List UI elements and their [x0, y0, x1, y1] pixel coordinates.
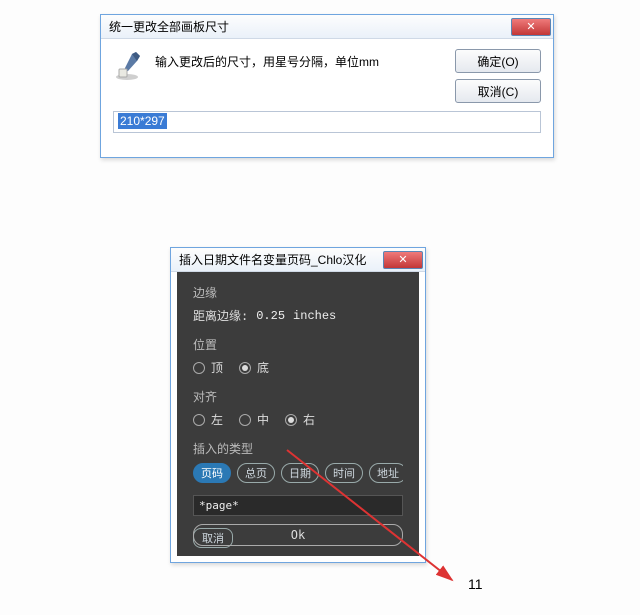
resize-artboards-dialog: 统一更改全部画板尺寸 ✕ 输入更改后的尺寸，用星号分隔，单位mm 确定(O) 取…	[100, 14, 554, 158]
page-number: 11	[468, 576, 483, 592]
section-position: 位置 顶 底	[193, 336, 403, 376]
section-title: 插入的类型	[193, 440, 403, 457]
ok-button[interactable]: Ok	[193, 524, 403, 546]
section-type: 插入的类型 页码 总页 日期 时间 地址 文件名	[193, 440, 403, 483]
ok-button[interactable]: 确定(O)	[455, 49, 541, 73]
pill-address[interactable]: 地址	[369, 463, 403, 483]
margin-row: 距离边缘: 0.25 inches	[193, 307, 403, 324]
script-icon	[113, 49, 145, 81]
align-options: 左 中 右	[193, 411, 403, 428]
radio-label: 中	[257, 411, 269, 428]
radio-icon	[285, 414, 297, 426]
section-title: 对齐	[193, 388, 403, 405]
titlebar: 插入日期文件名变量页码_Chlo汉化 ✕	[171, 248, 425, 272]
input-wrap: 210*297	[101, 103, 553, 145]
margin-value[interactable]: 0.25	[256, 309, 285, 323]
close-icon: ✕	[398, 253, 407, 266]
section-input	[193, 495, 403, 516]
radio-label: 左	[211, 411, 223, 428]
margin-unit: inches	[293, 309, 336, 323]
pill-page[interactable]: 页码	[193, 463, 231, 483]
radio-right[interactable]: 右	[285, 411, 315, 428]
radio-icon	[239, 414, 251, 426]
close-button[interactable]: ✕	[511, 18, 551, 36]
radio-left[interactable]: 左	[193, 411, 223, 428]
template-input[interactable]	[193, 495, 403, 516]
section-title: 位置	[193, 336, 403, 353]
margin-label: 距离边缘:	[193, 307, 248, 324]
close-icon: ✕	[526, 20, 535, 33]
dialog-body: 输入更改后的尺寸，用星号分隔，单位mm 确定(O) 取消(C)	[101, 39, 553, 103]
radio-icon	[193, 362, 205, 374]
radio-center[interactable]: 中	[239, 411, 269, 428]
insert-variable-dialog: 插入日期文件名变量页码_Chlo汉化 ✕ 边缘 距离边缘: 0.25 inche…	[170, 247, 426, 563]
radio-bottom[interactable]: 底	[239, 359, 269, 376]
dialog-title: 统一更改全部画板尺寸	[109, 18, 511, 35]
radio-icon	[193, 414, 205, 426]
prompt-text: 输入更改后的尺寸，用星号分隔，单位mm	[155, 49, 445, 103]
close-button[interactable]: ✕	[383, 251, 423, 269]
radio-label: 右	[303, 411, 315, 428]
radio-top[interactable]: 顶	[193, 359, 223, 376]
dialog-title: 插入日期文件名变量页码_Chlo汉化	[179, 251, 383, 268]
section-title: 边缘	[193, 284, 403, 301]
type-pills: 页码 总页 日期 时间 地址 文件名	[193, 463, 403, 483]
radio-label: 底	[257, 359, 269, 376]
button-column: 确定(O) 取消(C)	[455, 49, 541, 103]
input-selected-text: 210*297	[118, 113, 167, 129]
radio-icon	[239, 362, 251, 374]
titlebar: 统一更改全部画板尺寸 ✕	[101, 15, 553, 39]
pill-time[interactable]: 时间	[325, 463, 363, 483]
dialog-body: 边缘 距离边缘: 0.25 inches 位置 顶 底 对齐	[177, 272, 419, 556]
section-margin: 边缘 距离边缘: 0.25 inches	[193, 284, 403, 324]
pill-total[interactable]: 总页	[237, 463, 275, 483]
section-align: 对齐 左 中 右	[193, 388, 403, 428]
cancel-button[interactable]: 取消(C)	[455, 79, 541, 103]
radio-label: 顶	[211, 359, 223, 376]
position-options: 顶 底	[193, 359, 403, 376]
pill-date[interactable]: 日期	[281, 463, 319, 483]
size-input[interactable]: 210*297	[113, 111, 541, 133]
